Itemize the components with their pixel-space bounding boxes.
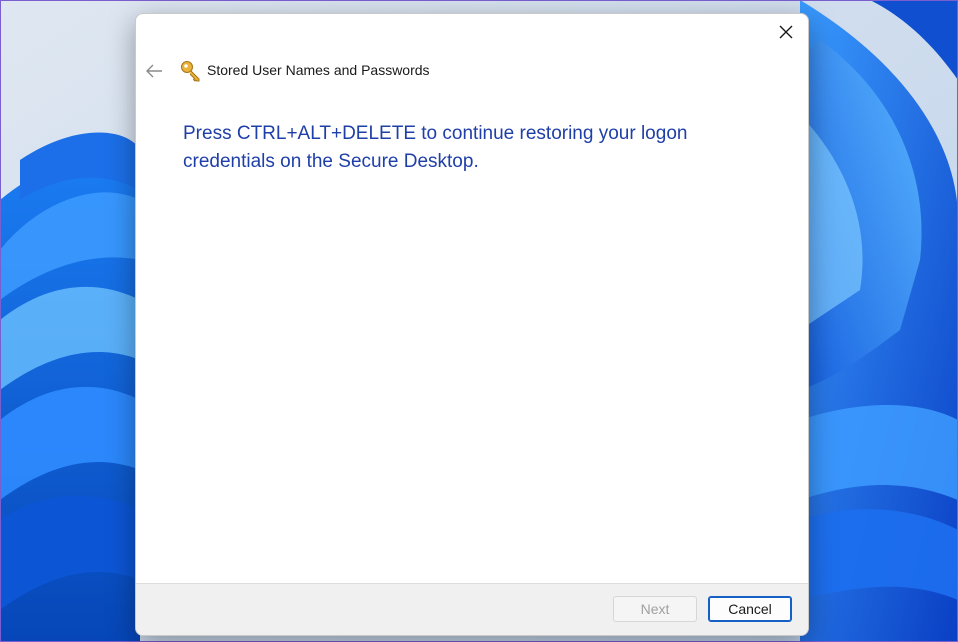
dialog-title: Stored User Names and Passwords [207, 62, 430, 78]
instruction-text: Press CTRL+ALT+DELETE to continue restor… [183, 123, 688, 172]
title-row: Stored User Names and Passwords [136, 58, 808, 84]
back-arrow-icon [146, 64, 162, 78]
cancel-button[interactable]: Cancel [708, 596, 792, 622]
dialog-footer: Next Cancel [136, 583, 808, 635]
back-button[interactable] [144, 58, 164, 84]
next-button[interactable]: Next [613, 596, 697, 622]
stored-credentials-dialog: Stored User Names and Passwords Press CT… [135, 13, 809, 636]
key-icon [181, 61, 200, 82]
close-icon [779, 25, 793, 39]
close-button[interactable] [764, 14, 808, 50]
